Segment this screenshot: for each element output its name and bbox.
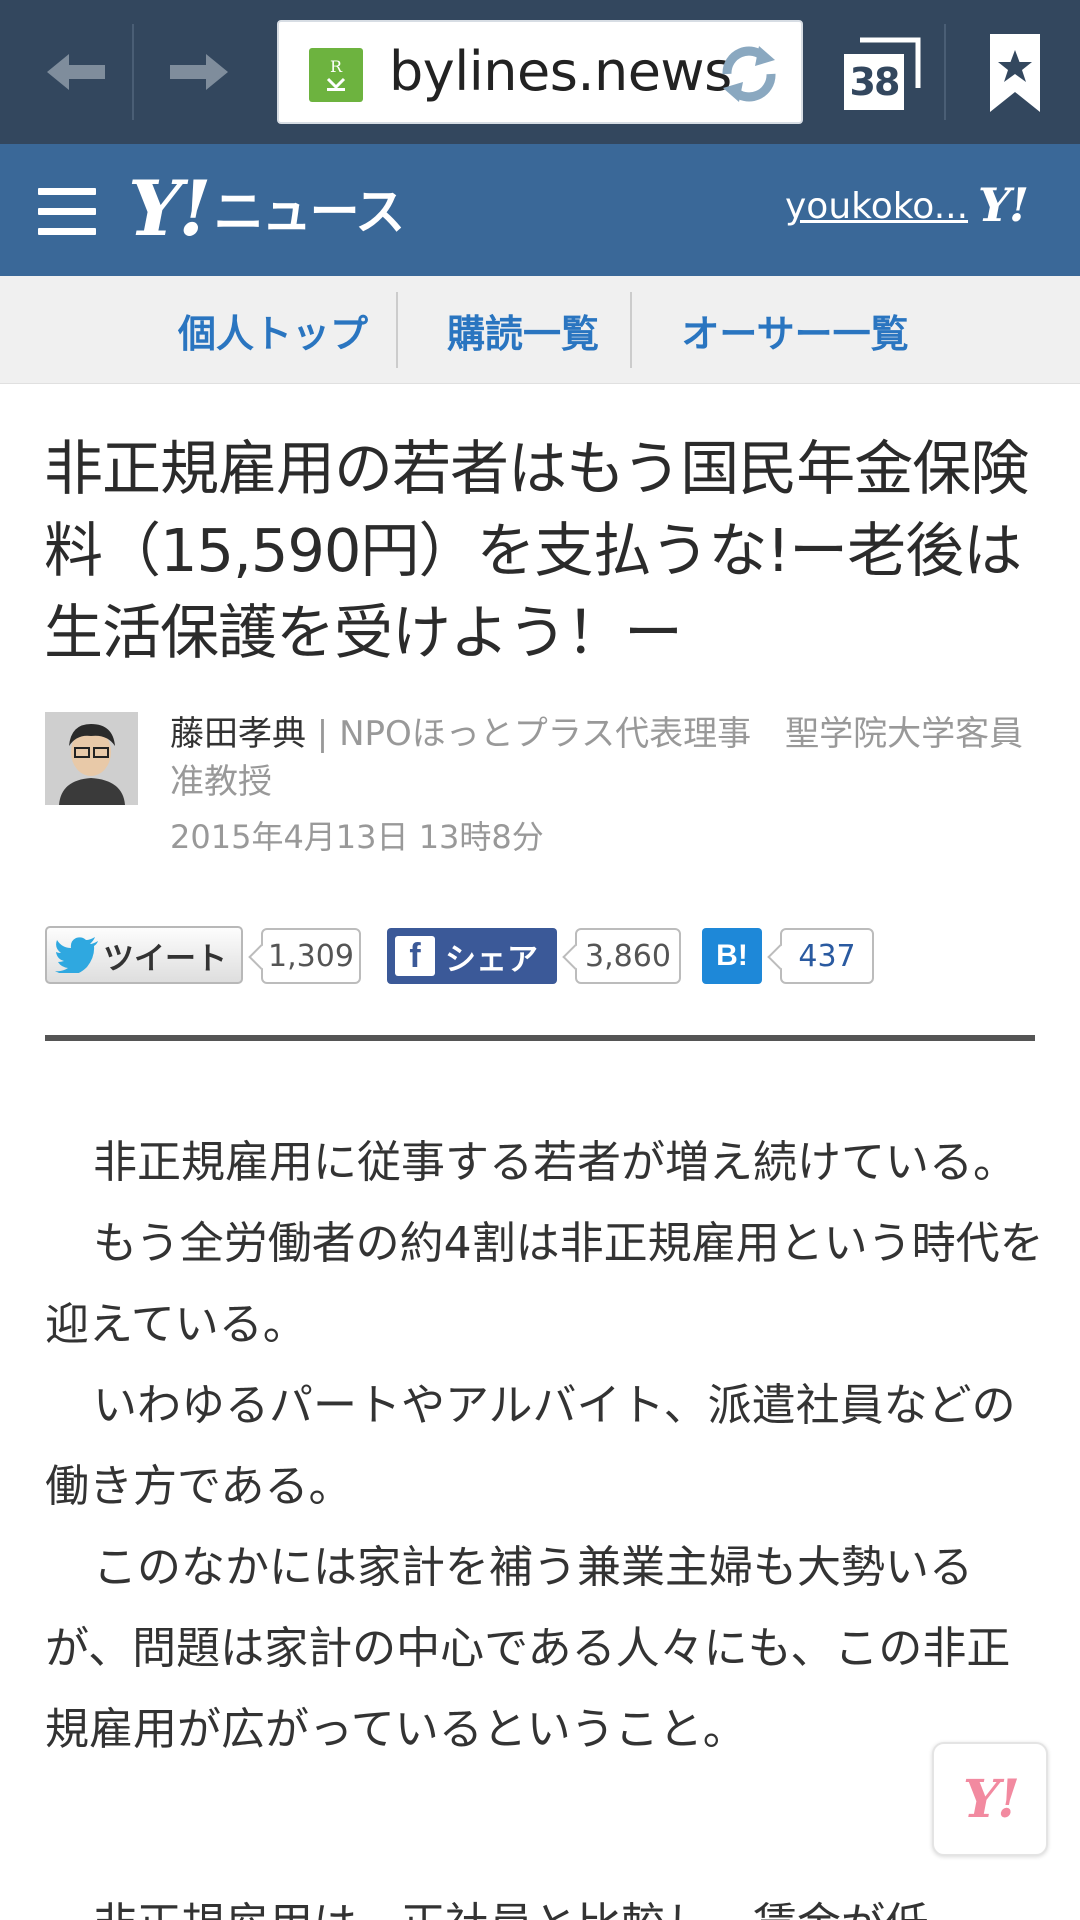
tab-count: 38 (849, 60, 901, 104)
forward-arrow-icon[interactable] (145, 24, 253, 120)
logo-text: ニュース (213, 183, 405, 241)
nav-item-personal-top[interactable]: 個人トップ (150, 276, 396, 384)
yahoo-logo-icon: Y! (963, 1768, 1020, 1830)
url-text: bylines.news (389, 40, 732, 103)
site-header: Y! ニュース youkoko... Y! (0, 144, 1080, 276)
address-bar[interactable]: R bylines.news (277, 20, 803, 124)
svg-text:R: R (330, 57, 343, 76)
share-label: シェア (445, 941, 538, 978)
toolbar-divider (944, 24, 946, 120)
tweet-button[interactable]: ツイート (45, 926, 243, 984)
body-paragraph-partial: 非正規雇用は、正社員と比較し、賃金が低 (93, 1888, 929, 1920)
yahoo-logo-icon[interactable]: Y! (978, 178, 1029, 232)
menu-icon[interactable] (38, 188, 96, 236)
facebook-share-button[interactable]: f シェア (387, 928, 557, 984)
nav-divider (396, 292, 398, 368)
facebook-icon: f (395, 936, 435, 976)
logo-y: Y! (128, 163, 212, 253)
body-paragraph: このなかには家計を補う兼業主婦も大勢いるが、問題は家計の中心である人々にも、この… (45, 1542, 1011, 1755)
body-paragraph: いわゆるパートやアルバイト、派遣社員などの働き方である。 (45, 1380, 1016, 1512)
author-name[interactable]: 藤田孝典 (170, 714, 306, 754)
body-continued: 非正規雇用は、正社員と比較し、賃金が低 (0, 1860, 1080, 1920)
tweet-count[interactable]: 1,309 (261, 928, 361, 984)
browser-toolbar: R bylines.news 38 (0, 0, 1080, 144)
share-count[interactable]: 3,860 (575, 928, 681, 984)
bookmark-icon[interactable] (978, 28, 1052, 118)
tweet-label: ツイート (103, 940, 227, 977)
body-paragraph: 非正規雇用に従事する若者が増え続けている。 (93, 1137, 1017, 1188)
article-title: 非正規雇用の若者はもう国民年金保険料（15,590円）を支払うな!ー老後は生活保… (44, 434, 1029, 667)
reload-icon[interactable] (709, 34, 789, 114)
author-info: 藤田孝典 | NPOほっとプラス代表理事 聖学院大学客員准教授 (170, 710, 1040, 806)
article-body: 非正規雇用に従事する若者が増え続けている。 もう全労働者の約4割は非正規雇用とい… (45, 1122, 1045, 1770)
author-avatar[interactable] (45, 712, 138, 805)
tabs-icon[interactable]: 38 (838, 30, 924, 116)
nav-divider (630, 292, 632, 368)
nav-item-subscriptions[interactable]: 購読一覧 (416, 276, 630, 384)
body-paragraph: もう全労働者の約4割は非正規雇用という時代を迎えている。 (45, 1218, 1044, 1350)
floating-yahoo-button[interactable]: Y! (932, 1742, 1048, 1856)
nav-item-authors[interactable]: オーサー一覧 (652, 276, 938, 384)
back-arrow-icon[interactable] (22, 24, 130, 120)
username-link[interactable]: youkoko... (785, 186, 968, 227)
twitter-bird-icon (55, 937, 98, 973)
hatena-count[interactable]: 437 (780, 928, 874, 984)
content-divider (45, 1035, 1035, 1041)
site-favicon-icon: R (309, 48, 363, 102)
author-separator: | (306, 714, 340, 754)
sub-navigation: 個人トップ 購読一覧 オーサー一覧 (0, 276, 1080, 384)
article-date: 2015年4月13日 13時8分 (170, 818, 544, 856)
toolbar-divider (132, 24, 134, 120)
yahoo-news-logo[interactable]: Y! ニュース (128, 164, 405, 253)
hatena-bookmark-button[interactable]: B! (702, 928, 762, 984)
